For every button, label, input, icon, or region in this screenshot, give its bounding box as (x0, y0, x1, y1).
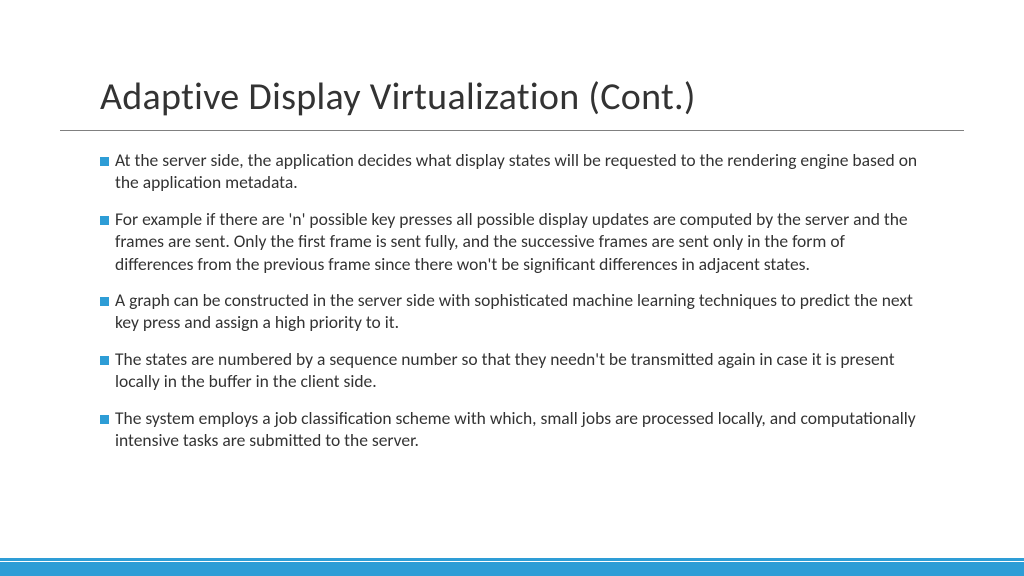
slide: Adaptive Display Virtualization (Cont.) … (0, 0, 1024, 576)
bullet-text: A graph can be constructed in the server… (115, 289, 924, 334)
bullet-text: The system employs a job classification … (115, 407, 924, 452)
slide-content: At the server side, the application deci… (60, 131, 964, 451)
bottom-accent-bar (0, 558, 1024, 576)
slide-title: Adaptive Display Virtualization (Cont.) (60, 60, 964, 131)
bullet-square-icon (100, 297, 109, 306)
accent-line-thick (0, 562, 1024, 576)
bullet-square-icon (100, 157, 109, 166)
bullet-item: For example if there are 'n' possible ke… (100, 208, 924, 275)
bullet-square-icon (100, 356, 109, 365)
bullet-item: A graph can be constructed in the server… (100, 289, 924, 334)
bullet-text: The states are numbered by a sequence nu… (115, 348, 924, 393)
bullet-item: The system employs a job classification … (100, 407, 924, 452)
bullet-item: At the server side, the application deci… (100, 149, 924, 194)
bullet-text: For example if there are 'n' possible ke… (115, 208, 924, 275)
bullet-square-icon (100, 415, 109, 424)
bullet-item: The states are numbered by a sequence nu… (100, 348, 924, 393)
bullet-text: At the server side, the application deci… (115, 149, 924, 194)
bullet-square-icon (100, 216, 109, 225)
